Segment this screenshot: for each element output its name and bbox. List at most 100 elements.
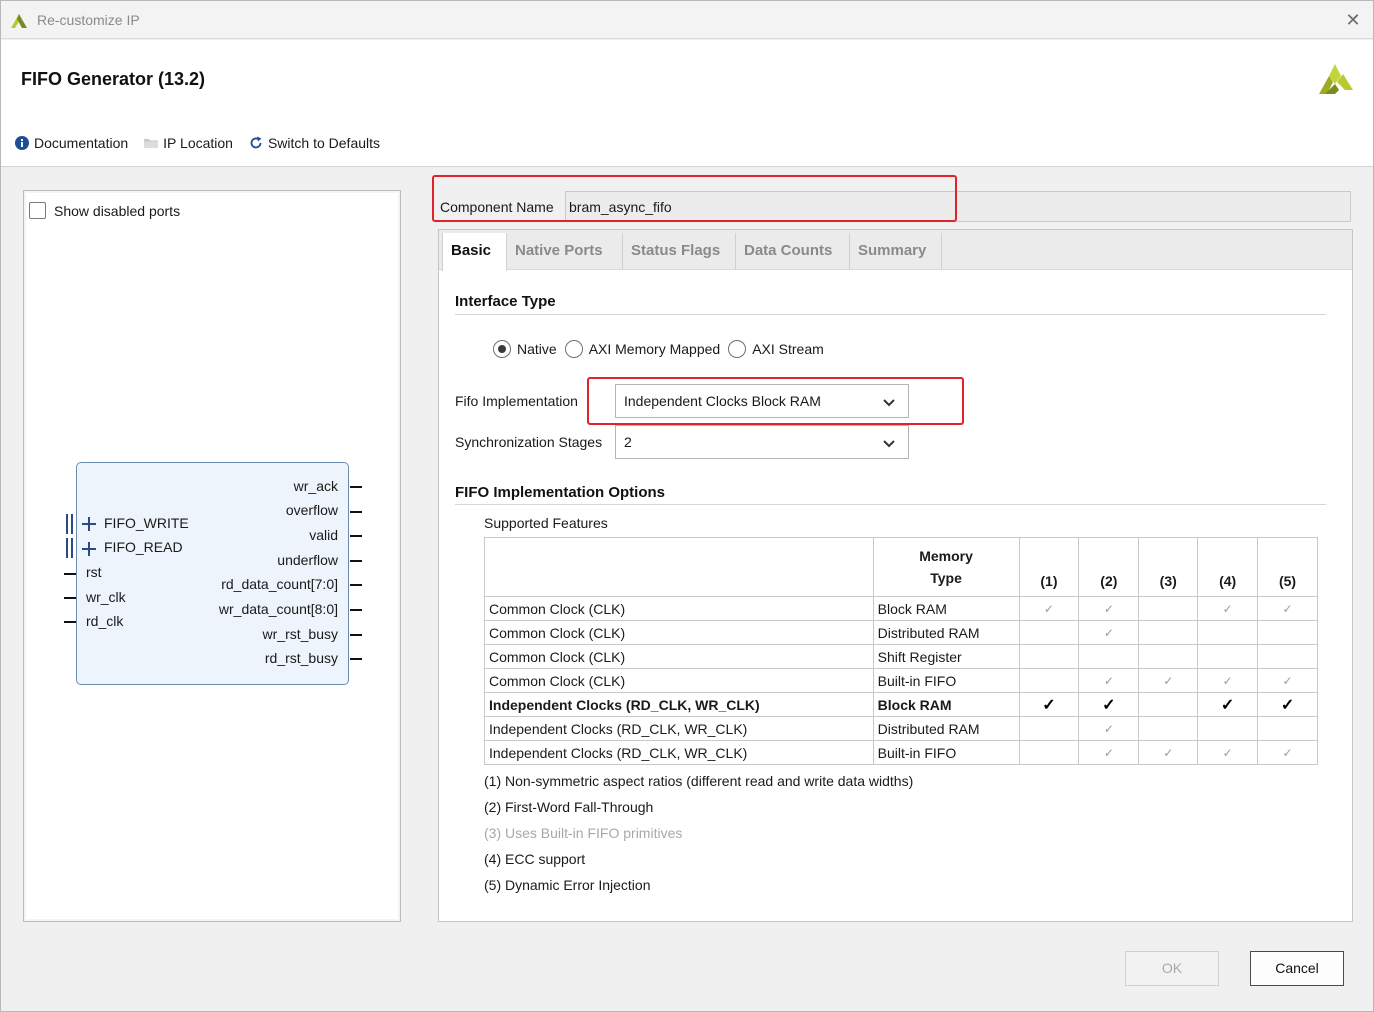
divider xyxy=(455,314,1326,315)
pin xyxy=(350,511,362,513)
feature-check-cell: ✓ xyxy=(1257,668,1318,693)
component-name-input[interactable] xyxy=(565,191,1351,222)
switch-defaults-button[interactable]: Switch to Defaults xyxy=(249,135,380,151)
radio-dot[interactable] xyxy=(564,340,583,358)
checkbox-box[interactable] xyxy=(29,202,46,219)
check-icon: ✓ xyxy=(1282,745,1293,760)
radio-axi-mm-label: AXI Memory Mapped xyxy=(588,341,721,357)
feature-check-cell xyxy=(1018,644,1080,669)
check-icon: ✓ xyxy=(1103,601,1114,616)
feature-check-cell: ✓ xyxy=(1257,740,1318,765)
table-header-row: Memory Type (1) (2) (3) (4) (5) xyxy=(484,537,1318,597)
check-icon: ✓ xyxy=(1220,696,1235,714)
feature-check-cell xyxy=(1197,644,1259,669)
expand-plus-icon[interactable] xyxy=(82,517,96,531)
dialog-window: Re-customize IP ✕ FIFO Generator (13.2) … xyxy=(0,0,1374,1012)
interface-type-title: Interface Type xyxy=(455,293,556,310)
tab-data-counts[interactable]: Data Counts xyxy=(736,233,850,270)
info-icon xyxy=(15,136,29,150)
bus-pin xyxy=(66,538,73,558)
memory-cell: Block RAM xyxy=(872,692,1020,717)
tab-summary[interactable]: Summary xyxy=(850,233,942,270)
clock-cell: Common Clock (CLK) xyxy=(484,596,874,621)
feature-check-cell xyxy=(1257,716,1318,741)
cancel-button[interactable]: Cancel xyxy=(1250,951,1344,986)
ip-location-button[interactable]: IP Location xyxy=(144,135,233,151)
show-disabled-ports-checkbox[interactable]: Show disabled ports xyxy=(29,202,180,219)
feature-check-cell: ✓ xyxy=(1078,692,1140,717)
feature-check-cell xyxy=(1257,644,1318,669)
feature-check-cell: ✓ xyxy=(1257,692,1318,717)
radio-axi-stream[interactable]: AXI Stream xyxy=(728,340,824,358)
feature-check-cell xyxy=(1138,596,1199,621)
feature-check-cell: ✓ xyxy=(1197,740,1259,765)
clock-cell: Independent Clocks (RD_CLK, WR_CLK) xyxy=(484,692,874,717)
feature-check-cell: ✓ xyxy=(1257,596,1318,621)
tab-native-ports[interactable]: Native Ports xyxy=(507,233,623,270)
check-icon: ✓ xyxy=(1103,673,1114,688)
feature-check-cell: ✓ xyxy=(1078,620,1140,645)
header: FIFO Generator (13.2) Documentation IP L… xyxy=(1,40,1373,167)
xilinx-logo-icon xyxy=(1319,64,1353,94)
fifo-implementation-select[interactable]: Independent Clocks Block RAM xyxy=(615,384,909,418)
port-wr-clk: wr_clk xyxy=(86,589,126,605)
table-row: Independent Clocks (RD_CLK, WR_CLK) Distr… xyxy=(484,716,1318,741)
documentation-button[interactable]: Documentation xyxy=(15,135,128,151)
check-icon: ✓ xyxy=(1042,696,1056,714)
port-rd-rst-busy: rd_rst_busy xyxy=(264,650,338,666)
pin xyxy=(350,486,362,488)
port-wr-data-count: wr_data_count[8:0] xyxy=(218,601,338,617)
port-fifo-write: FIFO_WRITE xyxy=(104,515,189,531)
feature-check-cell: ✓ xyxy=(1018,692,1080,717)
radio-dot[interactable] xyxy=(493,340,511,358)
feature-header: (3) xyxy=(1138,537,1199,597)
check-icon: ✓ xyxy=(1280,696,1295,714)
feature-check-cell xyxy=(1138,644,1199,669)
clock-cell: Common Clock (CLK) xyxy=(484,644,874,669)
port-rd-data-count: rd_data_count[7:0] xyxy=(221,576,338,592)
xilinx-app-icon xyxy=(11,14,27,28)
chevron-down-icon xyxy=(883,440,895,448)
supported-features-label: Supported Features xyxy=(484,515,608,531)
ip-symbol-block: wr_ack overflow valid underflow rd_data_… xyxy=(64,462,362,685)
feature-check-cell xyxy=(1197,716,1259,741)
memory-header-line2: Type xyxy=(930,570,962,586)
ok-button[interactable]: OK xyxy=(1125,951,1219,986)
check-icon: ✓ xyxy=(1282,601,1293,616)
tab-status-flags[interactable]: Status Flags xyxy=(623,233,736,270)
memory-cell: Built-in FIFO xyxy=(872,740,1020,765)
feature-header: (5) xyxy=(1257,537,1318,597)
feature-check-cell xyxy=(1018,740,1080,765)
divider xyxy=(455,504,1326,505)
component-name-label: Component Name xyxy=(440,199,554,215)
table-row: Common Clock (CLK) Distributed RAM ✓ xyxy=(484,620,1318,645)
feature-check-cell xyxy=(1138,692,1199,717)
sync-stages-label: Synchronization Stages xyxy=(455,434,603,450)
radio-dot[interactable] xyxy=(728,340,747,358)
bus-pin xyxy=(66,514,73,534)
chevron-down-icon xyxy=(883,399,895,407)
radio-axi-memory-mapped[interactable]: AXI Memory Mapped xyxy=(564,340,721,358)
documentation-label: Documentation xyxy=(34,135,129,151)
close-icon[interactable]: ✕ xyxy=(1340,7,1366,33)
expand-plus-icon[interactable] xyxy=(82,542,96,556)
radio-native[interactable]: Native xyxy=(493,340,557,358)
feature-check-cell xyxy=(1078,644,1140,669)
port-underflow: underflow xyxy=(277,552,338,568)
pin xyxy=(64,573,76,575)
port-overflow: overflow xyxy=(285,502,338,518)
sync-stages-select[interactable]: 2 xyxy=(615,425,909,459)
refresh-icon xyxy=(250,136,262,149)
fifo-implementation-value: Independent Clocks Block RAM xyxy=(624,393,821,409)
toolbar: Documentation IP Location Switch to Defa… xyxy=(15,133,380,153)
note-4: (4) ECC support xyxy=(484,851,586,867)
feature-header: (2) xyxy=(1078,537,1140,597)
table-row: Independent Clocks (RD_CLK, WR_CLK) Built… xyxy=(484,740,1318,765)
port-wr-rst-busy: wr_rst_busy xyxy=(262,626,338,642)
tab-basic[interactable]: Basic xyxy=(442,233,507,271)
feature-check-cell: ✓ xyxy=(1138,668,1199,693)
radio-axi-stream-label: AXI Stream xyxy=(752,341,824,357)
check-icon: ✓ xyxy=(1103,745,1114,760)
window-title: Re-customize IP xyxy=(37,12,140,28)
memory-cell: Distributed RAM xyxy=(872,620,1020,645)
